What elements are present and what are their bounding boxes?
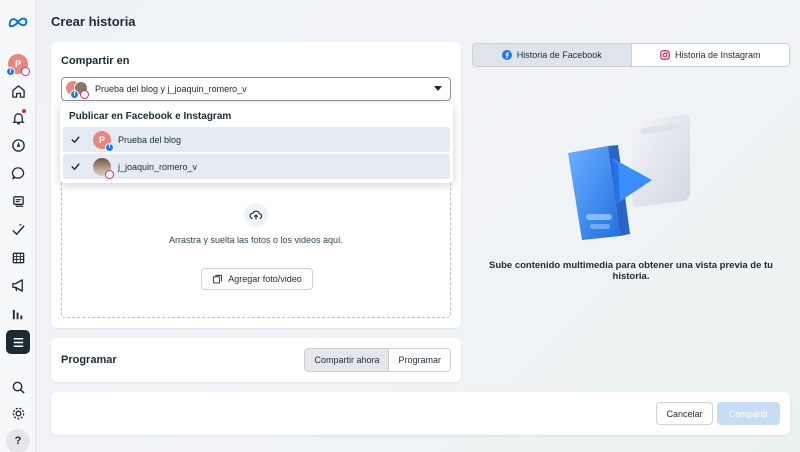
cloud-upload-icon (244, 203, 268, 227)
calendar-icon[interactable] (6, 245, 30, 269)
schedule-toggle: Compartir ahora Programar (304, 348, 451, 372)
compass-icon[interactable] (6, 133, 30, 157)
home-icon[interactable] (6, 79, 30, 103)
facebook-badge-icon: f (105, 142, 114, 152)
menu-icon[interactable] (6, 330, 30, 354)
account-dropdown: Publicar en Facebook e Instagram P f Pru… (60, 103, 453, 183)
notification-dot (22, 109, 26, 113)
bell-icon[interactable] (6, 106, 30, 130)
action-footer: Cancelar Compartir (51, 392, 790, 435)
dropdown-item-label: j_joaquin_romero_v (118, 161, 198, 172)
help-icon[interactable]: ? (6, 429, 30, 452)
selector-avatars: f (66, 80, 90, 99)
share-button[interactable]: Compartir (717, 402, 780, 425)
account-avatar[interactable]: P f (6, 54, 30, 76)
instagram-badge-icon (80, 90, 89, 99)
gear-icon[interactable] (6, 401, 30, 425)
instagram-badge-icon (21, 67, 30, 76)
dropdown-item-instagram-account[interactable]: j_joaquin_romero_v (63, 154, 450, 179)
stack-icon[interactable] (6, 189, 30, 213)
ads-icon[interactable] (6, 217, 30, 241)
chevron-down-icon (434, 86, 442, 91)
dropdown-item-label: Prueba del blog (118, 134, 182, 145)
checkmark-icon[interactable] (69, 134, 81, 146)
megaphone-icon[interactable] (6, 273, 30, 297)
selector-value: Prueba del blog y j_joaquin_romero_v (95, 84, 247, 94)
schedule-label: Programar (61, 354, 117, 366)
page-avatar: P f (93, 130, 114, 152)
search-icon[interactable] (6, 375, 30, 399)
schedule-option[interactable]: Programar (389, 349, 450, 371)
media-icon (213, 274, 223, 283)
story-preview-illustration (560, 108, 700, 248)
add-media-button[interactable]: Agregar foto/video (201, 268, 313, 290)
account-selector[interactable]: f Prueba del blog y j_joaquin_romero_v (61, 77, 451, 101)
checkmark-icon[interactable] (69, 161, 81, 173)
share-heading: Compartir en (61, 55, 130, 67)
dropzone-text: Arrastra y suelta las fotos o los videos… (168, 235, 344, 245)
facebook-badge-icon: f (6, 67, 15, 76)
tab-instagram-story[interactable]: Historia de Instagram (632, 44, 790, 66)
share-now-option[interactable]: Compartir ahora (305, 349, 390, 371)
chat-icon[interactable] (6, 161, 30, 185)
dropdown-item-facebook-page[interactable]: P f Prueba del blog (63, 127, 450, 152)
preview-tabs: Historia de Facebook Historia de Instagr… (472, 43, 790, 67)
facebook-badge-icon: f (70, 90, 79, 99)
share-card: Compartir en f Prueba del blog y j_joaqu… (51, 42, 461, 328)
dropdown-heading: Publicar en Facebook e Instagram (69, 111, 232, 122)
instagram-avatar (93, 157, 114, 179)
page-title: Crear historia (51, 14, 136, 29)
left-rail: P f ? (0, 0, 36, 452)
meta-logo-icon[interactable] (6, 10, 30, 34)
facebook-icon (501, 50, 512, 60)
chart-icon[interactable] (6, 302, 30, 326)
cancel-button[interactable]: Cancelar (656, 402, 713, 425)
instagram-badge-icon (105, 169, 114, 179)
preview-caption: Sube contenido multimedia para obtener u… (488, 260, 773, 282)
tab-facebook-story[interactable]: Historia de Facebook (473, 44, 632, 66)
schedule-card: Programar Compartir ahora Programar (51, 338, 461, 382)
instagram-icon (660, 50, 670, 60)
